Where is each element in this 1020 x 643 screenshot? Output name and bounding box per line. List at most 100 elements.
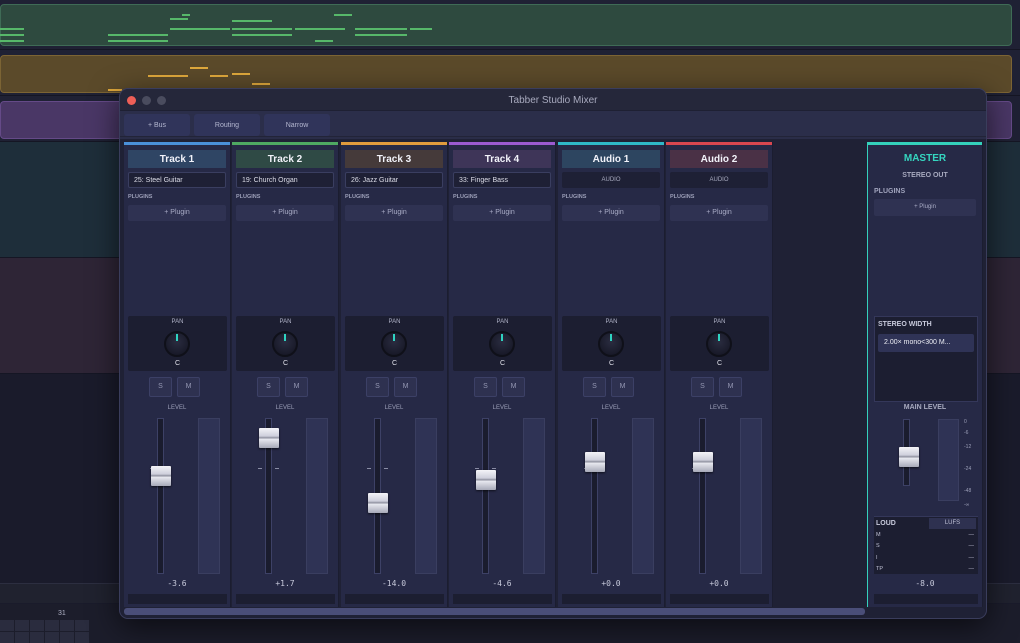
plugins-label: PLUGINS xyxy=(128,194,153,200)
mixer-window: Tabber Studio Mixer + Bus Routing Narrow… xyxy=(119,88,987,619)
pan-knob[interactable] xyxy=(164,331,190,357)
fader-handle[interactable] xyxy=(259,427,279,448)
master-fader-handle[interactable] xyxy=(899,447,919,468)
channel-name[interactable]: Track 3 xyxy=(345,150,443,168)
mute-button[interactable]: M xyxy=(394,377,417,397)
window-title: Tabber Studio Mixer xyxy=(508,95,598,106)
add-plugin-button[interactable]: + Plugin xyxy=(345,205,443,221)
add-plugin-button[interactable]: + Plugin xyxy=(128,205,226,221)
pan-value: C xyxy=(608,360,615,367)
pan-knob[interactable] xyxy=(706,331,732,357)
unity-tick xyxy=(492,468,496,469)
pan-label: PAN xyxy=(713,319,726,325)
pan-panel: PAN C xyxy=(345,316,444,371)
fader-track[interactable] xyxy=(591,418,598,574)
solo-mute-group: S M xyxy=(583,377,634,397)
instrument-select[interactable]: AUDIO xyxy=(562,172,660,188)
plugins-label: PLUGINS xyxy=(453,194,478,200)
channel-color-bar xyxy=(124,142,230,145)
channel-footer xyxy=(562,594,661,604)
master-add-plugin-button[interactable]: + Plugin xyxy=(874,199,976,216)
fader-handle[interactable] xyxy=(585,452,605,472)
solo-button[interactable]: S xyxy=(583,377,606,397)
master-output[interactable]: STEREO OUT xyxy=(868,172,982,179)
channel-name[interactable]: Track 2 xyxy=(236,150,334,168)
pan-knob[interactable] xyxy=(381,331,407,357)
fader-track[interactable] xyxy=(482,418,489,574)
fader-handle[interactable] xyxy=(368,492,388,513)
meter-scale-label: -24 xyxy=(964,466,972,472)
meter-scale-label: 0 xyxy=(964,419,967,425)
pan-knob[interactable] xyxy=(272,331,298,357)
level-meter xyxy=(740,418,762,574)
add-plugin-button[interactable]: + Plugin xyxy=(236,205,334,221)
unity-tick xyxy=(384,468,388,469)
fader-handle[interactable] xyxy=(151,465,171,486)
instrument-select[interactable]: 33: Finger Bass xyxy=(453,172,551,188)
solo-button[interactable]: S xyxy=(257,377,280,397)
channel-strip: Audio 2 AUDIO PLUGINS + Plugin PAN C S M… xyxy=(666,142,773,607)
solo-button[interactable]: S xyxy=(691,377,714,397)
solo-button[interactable]: S xyxy=(474,377,497,397)
level-value: -14.0 xyxy=(381,579,407,588)
channel-name[interactable]: Track 4 xyxy=(453,150,551,168)
level-label: LEVEL xyxy=(601,405,621,411)
plugins-label: PLUGINS xyxy=(562,194,587,200)
lufs-button[interactable]: LUFS xyxy=(929,518,976,529)
pan-value: C xyxy=(174,360,181,367)
mute-button[interactable]: M xyxy=(177,377,200,397)
mixer-toolbar: + Bus Routing Narrow xyxy=(120,111,986,137)
add-bus-button[interactable]: + Bus xyxy=(124,114,190,136)
pan-label: PAN xyxy=(605,319,618,325)
main-level-label: MAIN LEVEL xyxy=(903,404,947,411)
step-grid xyxy=(0,620,92,643)
add-plugin-button[interactable]: + Plugin xyxy=(453,205,551,221)
master-color-bar xyxy=(868,142,982,145)
mute-button[interactable]: M xyxy=(502,377,525,397)
level-meter xyxy=(632,418,654,574)
stereo-width-label: STEREO WIDTH xyxy=(878,321,932,328)
mute-button[interactable]: M xyxy=(719,377,742,397)
title-bar[interactable]: Tabber Studio Mixer xyxy=(120,89,986,111)
mute-button[interactable]: M xyxy=(611,377,634,397)
channel-footer xyxy=(345,594,444,604)
instrument-select[interactable]: AUDIO xyxy=(670,172,768,188)
channel-name[interactable]: Audio 1 xyxy=(562,150,660,168)
instrument-select[interactable]: 26: Jazz Guitar xyxy=(345,172,443,188)
pan-knob[interactable] xyxy=(489,331,515,357)
mute-button[interactable]: M xyxy=(285,377,308,397)
fader-track[interactable] xyxy=(699,418,706,574)
master-level-meter xyxy=(938,419,959,501)
fader-track[interactable] xyxy=(157,418,164,574)
channel-name[interactable]: Track 1 xyxy=(128,150,226,168)
fader-handle[interactable] xyxy=(476,469,496,490)
solo-mute-group: S M xyxy=(691,377,742,397)
instrument-select[interactable]: 25: Steel Guitar xyxy=(128,172,226,188)
channel-footer xyxy=(453,594,552,604)
pan-value: C xyxy=(499,360,506,367)
pan-knob[interactable] xyxy=(598,331,624,357)
add-plugin-button[interactable]: + Plugin xyxy=(562,205,660,221)
routing-button[interactable]: Routing xyxy=(194,114,260,136)
loudness-row-value: — xyxy=(968,554,975,561)
channel-footer xyxy=(236,594,335,604)
solo-button[interactable]: S xyxy=(149,377,172,397)
plugins-label: PLUGINS xyxy=(670,194,695,200)
stereo-width-select[interactable]: 2.00× mono<300 M... xyxy=(878,334,974,352)
level-meter xyxy=(523,418,545,574)
channel-footer xyxy=(128,594,227,604)
level-value: +0.0 xyxy=(709,579,729,588)
solo-button[interactable]: S xyxy=(366,377,389,397)
loudness-row: S — xyxy=(874,541,978,553)
solo-mute-group: S M xyxy=(257,377,308,397)
channel-name[interactable]: Audio 2 xyxy=(670,150,768,168)
master-footer xyxy=(874,594,978,604)
pan-label: PAN xyxy=(171,319,184,325)
add-plugin-button[interactable]: + Plugin xyxy=(670,205,768,221)
loudness-row-label: I xyxy=(876,554,878,561)
fader-handle[interactable] xyxy=(693,452,713,472)
horizontal-scrollbar[interactable] xyxy=(124,608,865,615)
instrument-select[interactable]: 19: Church Organ xyxy=(236,172,334,188)
narrow-button[interactable]: Narrow xyxy=(264,114,330,136)
pan-label: PAN xyxy=(496,319,509,325)
